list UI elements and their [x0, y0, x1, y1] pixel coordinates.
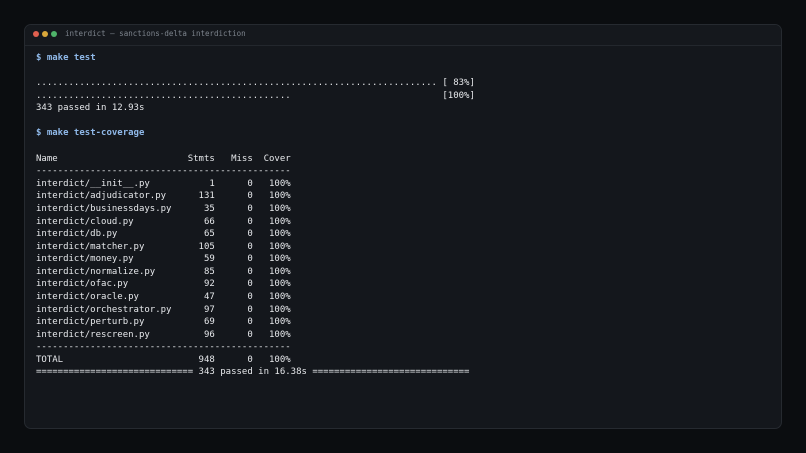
- output-line: ----------------------------------------…: [36, 166, 291, 177]
- output-line: interdict/__init__.py 1 0 100%: [36, 178, 291, 189]
- command-line: $ make test: [36, 52, 475, 65]
- output-line: interdict/businessdays.py 35 0 100%: [36, 203, 291, 214]
- command-text: make test: [41, 53, 96, 63]
- output-line: ============================= 343 passed…: [36, 367, 470, 378]
- window-title: interdict — sanctions-delta interdiction: [65, 29, 246, 38]
- output-line: ........................................…: [36, 78, 475, 89]
- output-line: interdict/money.py 59 0 100%: [36, 254, 291, 265]
- output-line: interdict/perturb.py 69 0 100%: [36, 317, 291, 328]
- output-line: interdict/ofac.py 92 0 100%: [36, 279, 291, 290]
- command-line: $ make test-coverage: [36, 127, 475, 140]
- minimize-button[interactable]: [42, 31, 48, 37]
- output-line: interdict/db.py 65 0 100%: [36, 229, 291, 240]
- output-line: TOTAL 948 0 100%: [36, 354, 291, 365]
- output-line: ----------------------------------------…: [36, 342, 291, 353]
- output-line: interdict/rescreen.py 96 0 100%: [36, 329, 291, 340]
- command-text: make test-coverage: [41, 128, 145, 139]
- zoom-button[interactable]: [51, 31, 57, 37]
- output-line: interdict/matcher.py 105 0 100%: [36, 241, 291, 252]
- output-line: interdict/orchestrator.py 97 0 100%: [36, 304, 291, 315]
- terminal-output[interactable]: $ make test.............................…: [36, 52, 475, 379]
- terminal-window: interdict — sanctions-delta interdiction…: [24, 24, 782, 429]
- close-button[interactable]: [33, 31, 39, 37]
- output-line: interdict/adjudicator.py 131 0 100%: [36, 191, 291, 202]
- output-line: interdict/cloud.py 66 0 100%: [36, 216, 291, 227]
- output-line: interdict/oracle.py 47 0 100%: [36, 291, 291, 302]
- output-line: interdict/normalize.py 85 0 100%: [36, 266, 291, 277]
- output-line: ........................................…: [36, 90, 475, 101]
- output-line: 343 passed in 12.93s: [36, 103, 145, 114]
- output-line: Name Stmts Miss Cover: [36, 153, 291, 164]
- title-bar: interdict — sanctions-delta interdiction: [25, 25, 781, 46]
